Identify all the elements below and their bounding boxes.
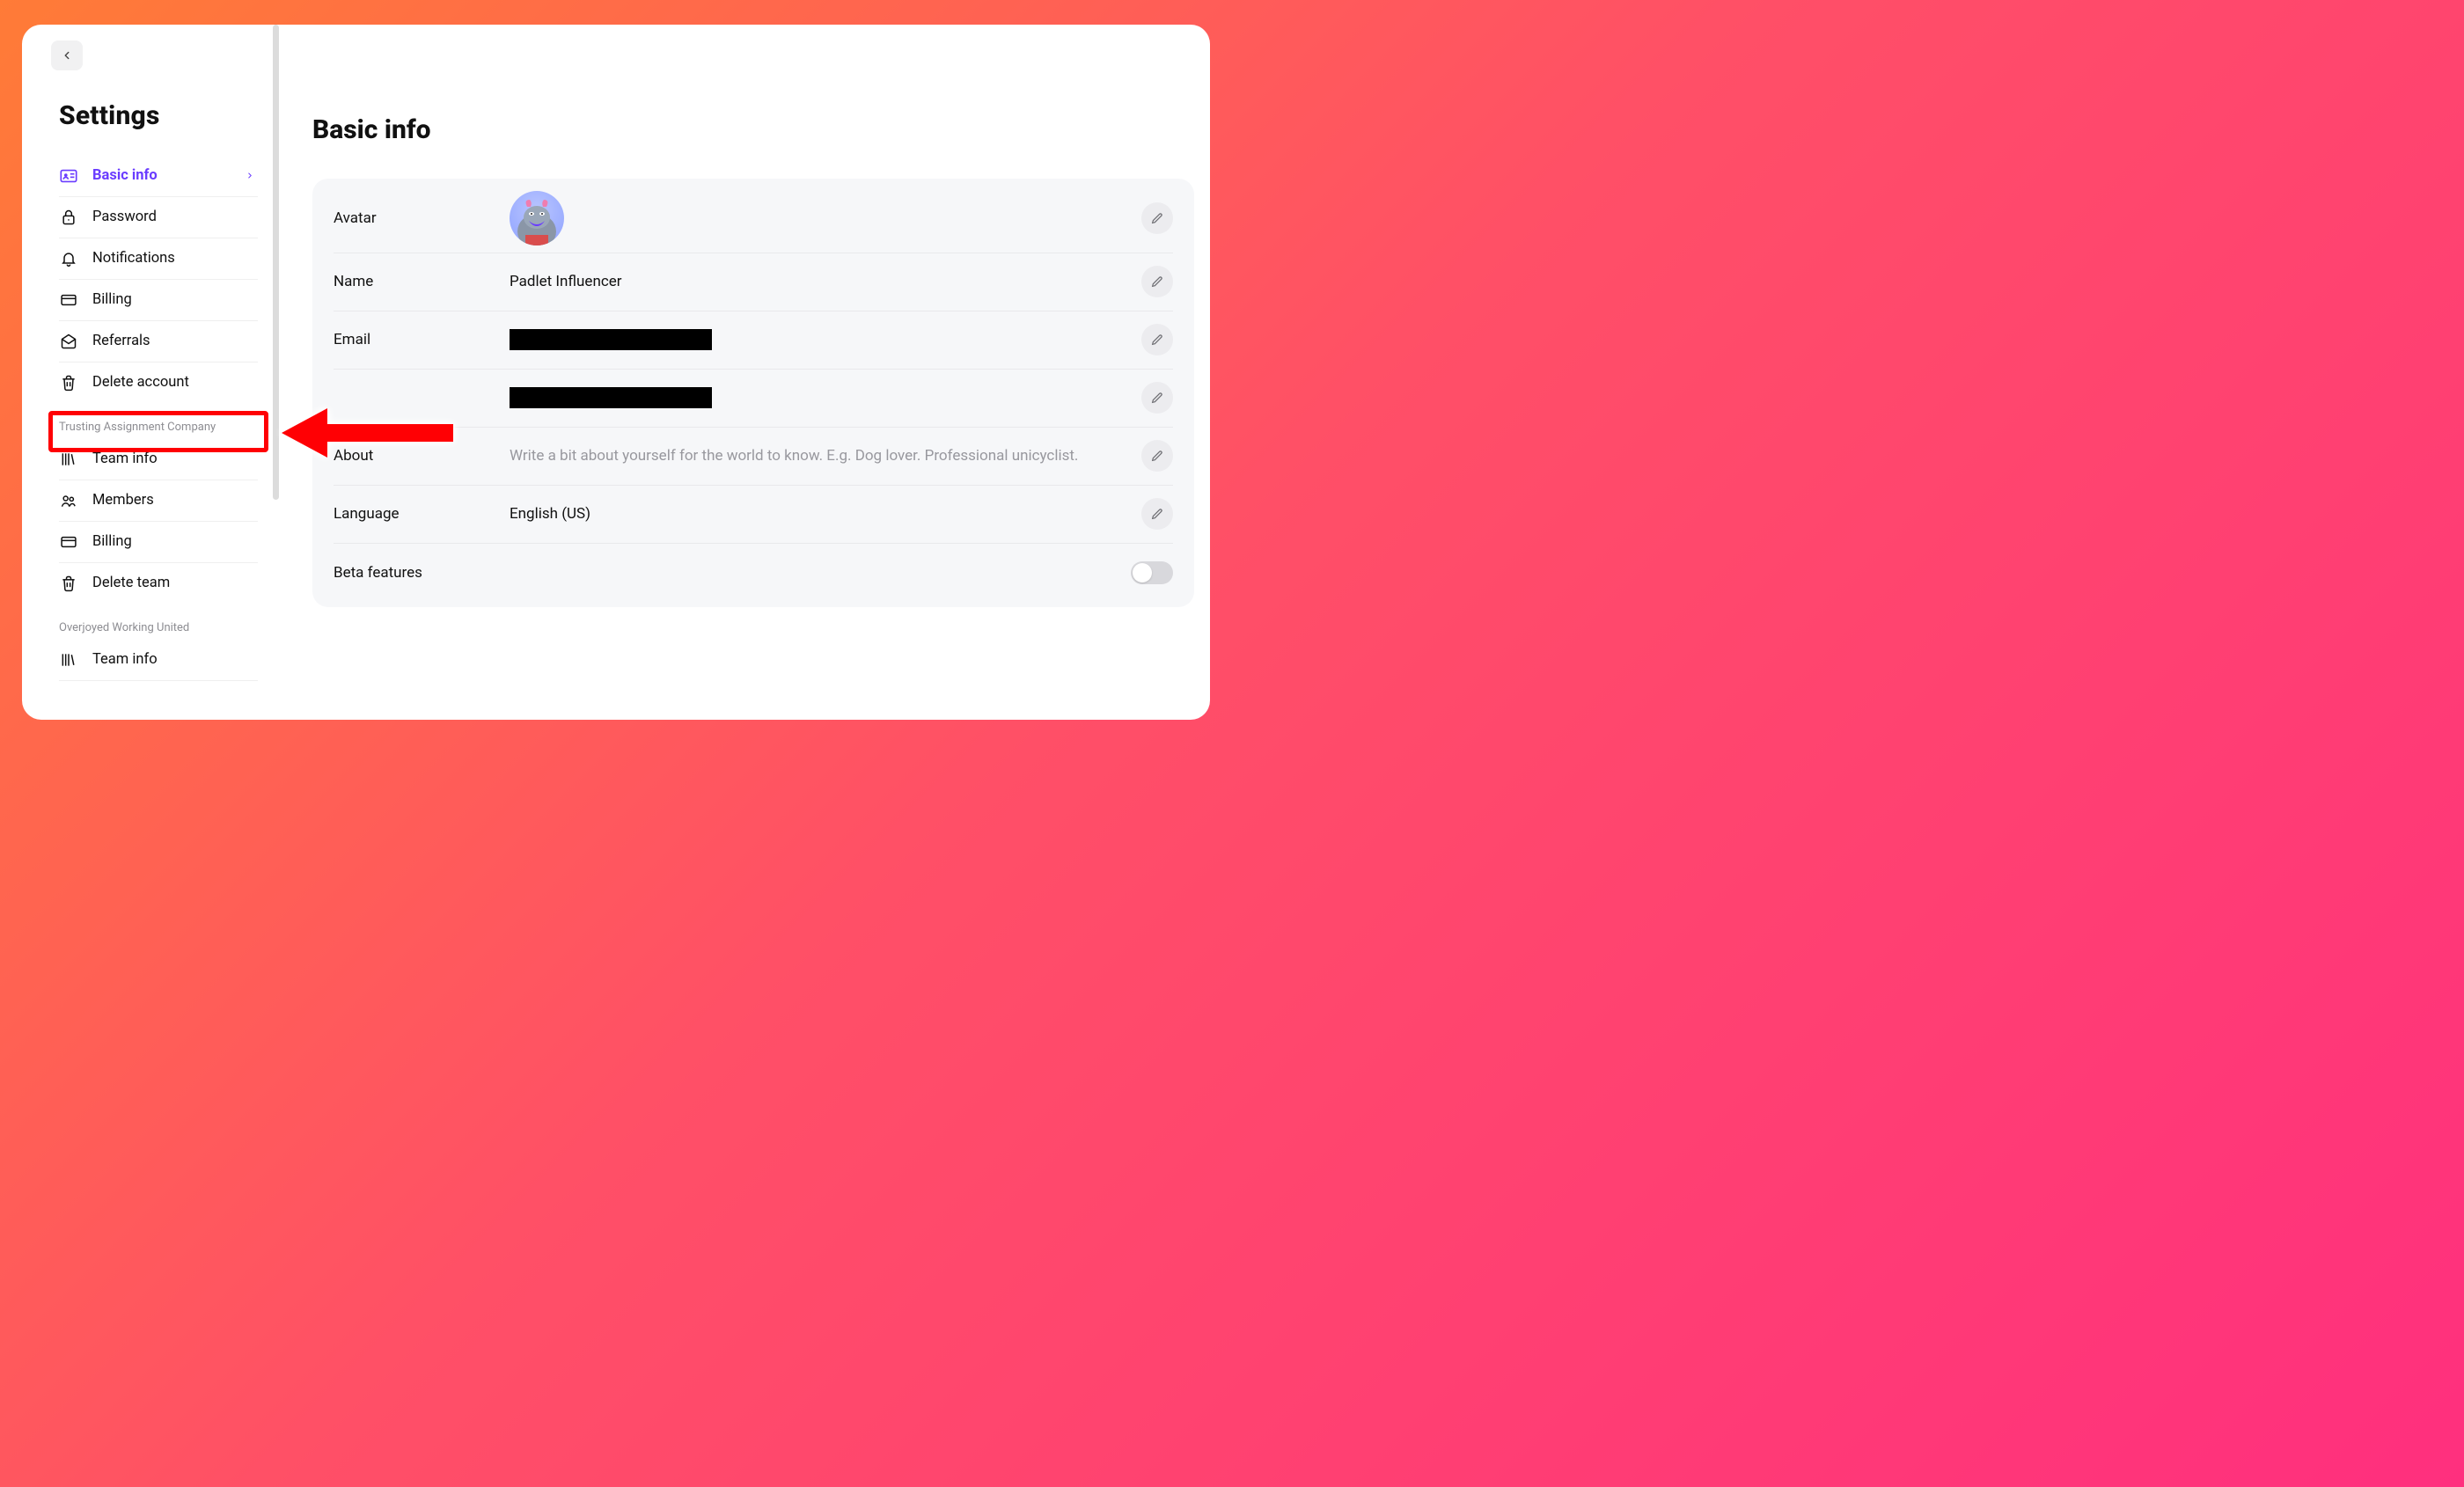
row-placeholder: Write a bit about yourself for the world… [510,447,1141,465]
sidebar-item-label: Billing [92,291,132,308]
sidebar-item-label: Delete account [92,374,189,391]
sidebar-item-label: Billing [92,533,132,550]
edit-avatar-button[interactable] [1141,202,1173,234]
sidebar-item-notifications[interactable]: Notifications [59,238,258,280]
books-icon [59,650,78,670]
row-value-redacted [510,329,1141,350]
page-title: Basic info [312,114,1194,145]
row-label: About [334,447,510,465]
row-label: Name [334,273,510,290]
sidebar-item-team-info[interactable]: Team info [59,439,258,480]
chevron-right-icon [246,167,254,184]
people-icon [59,491,78,510]
sidebar-item-members[interactable]: Members [59,480,258,522]
sidebar-title: Settings [59,100,277,131]
settings-panel: Settings Basic info Password Notificatio… [22,25,1210,720]
sidebar-item-label: Basic info [92,167,158,184]
sidebar-item-label: Delete team [92,575,170,591]
trash-icon [59,373,78,392]
books-icon [59,450,78,469]
sidebar-item-basic-info[interactable]: Basic info [59,156,258,197]
edit-about-button[interactable] [1141,440,1173,472]
sidebar-item-password[interactable]: Password [59,197,258,238]
row-label: Beta features [334,564,1131,582]
row-avatar: Avatar [334,184,1173,253]
basic-info-card: Avatar [312,179,1194,607]
bell-icon [59,249,78,268]
row-name: Name Padlet Influencer [334,253,1173,311]
row-value: Padlet Influencer [510,273,1141,290]
row-username [334,370,1173,428]
main-content: Basic info Avatar [277,25,1210,720]
redacted-email [510,329,712,350]
sidebar-item-label: Team info [92,651,158,668]
sidebar: Settings Basic info Password Notificatio… [22,25,277,720]
sidebar-item-label: Notifications [92,250,175,267]
redacted-username [510,387,712,408]
edit-email-button[interactable] [1141,324,1173,355]
lock-icon [59,208,78,227]
row-label: Avatar [334,209,510,227]
sidebar-item-team-billing[interactable]: Billing [59,522,258,563]
sidebar-item-delete-team[interactable]: Delete team [59,563,258,604]
credit-card-icon [59,290,78,310]
row-value: English (US) [510,505,1141,523]
id-card-icon [59,166,78,186]
sidebar-item-team-info[interactable]: Team info [59,640,258,681]
sidebar-scrollbar[interactable] [273,25,279,500]
edit-username-button[interactable] [1141,382,1173,414]
credit-card-icon [59,532,78,552]
avatar [510,191,564,245]
sidebar-item-label: Password [92,209,157,225]
sidebar-group-label: Trusting Assignment Company [59,421,258,434]
beta-features-toggle[interactable] [1131,561,1173,584]
trash-icon [59,574,78,593]
row-value-redacted [510,387,1141,408]
row-label: Email [334,331,510,348]
sidebar-item-referrals[interactable]: Referrals [59,321,258,363]
row-label: Language [334,505,510,523]
sidebar-item-label: Referrals [92,333,150,349]
edit-name-button[interactable] [1141,266,1173,297]
sidebar-group-label: Overjoyed Working United [59,621,258,634]
sidebar-item-label: Members [92,492,154,509]
edit-language-button[interactable] [1141,498,1173,530]
back-button[interactable] [51,40,83,70]
sidebar-item-billing[interactable]: Billing [59,280,258,321]
sidebar-item-delete-account[interactable]: Delete account [59,363,258,403]
row-value [510,184,1141,253]
row-language: Language English (US) [334,486,1173,544]
envelope-open-icon [59,332,78,351]
row-about: About Write a bit about yourself for the… [334,428,1173,486]
sidebar-item-label: Team info [92,450,158,467]
row-beta-features: Beta features [334,544,1173,602]
row-email: Email [334,311,1173,370]
